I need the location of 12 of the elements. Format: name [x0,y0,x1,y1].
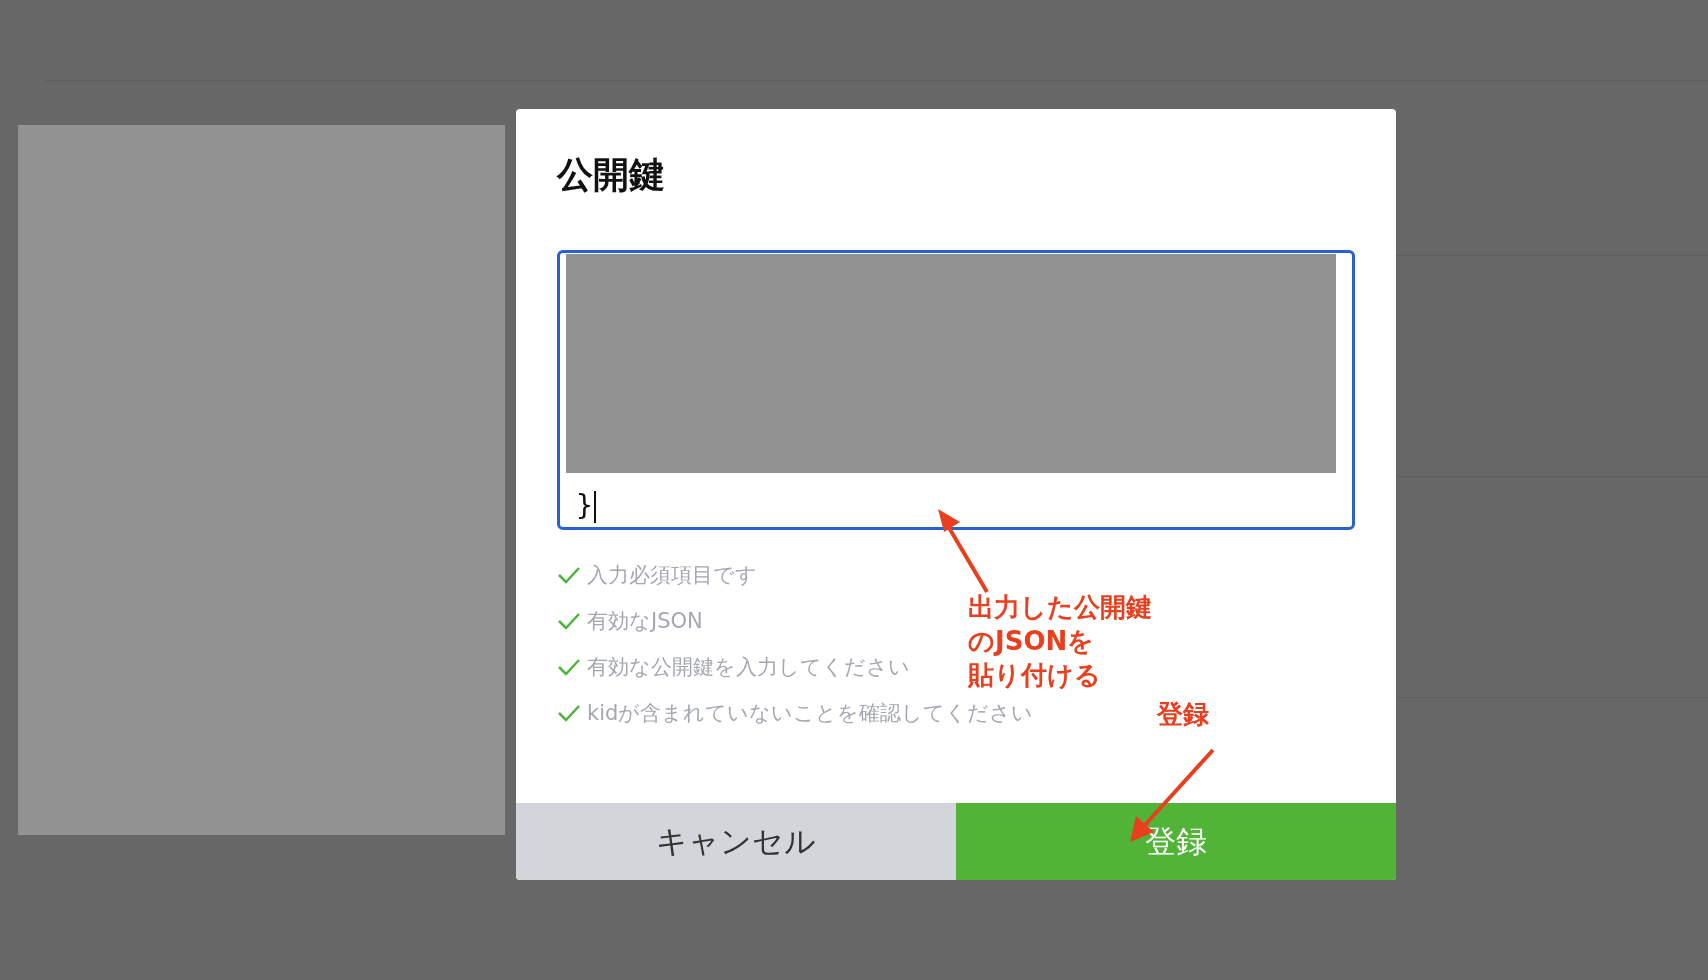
validation-text: kidが含まれていないことを確認してください [587,700,1034,727]
annotation-text: 貼り付ける [968,659,1101,692]
validation-text: 有効な公開鍵を入力してください [587,654,910,681]
validation-text: 入力必須項目です [587,562,757,589]
public-key-field[interactable]: } [557,250,1355,531]
annotation-text: のJSONを [968,625,1095,658]
dialog-title: 公開鍵 [557,153,666,197]
validation-text: 有効なJSON [587,608,703,635]
annotation-text: 登録 [1157,698,1209,731]
code-text: } [576,489,596,524]
cancel-button[interactable]: キャンセル [516,803,956,880]
annotation-text: 出力した公開鍵 [968,591,1152,624]
